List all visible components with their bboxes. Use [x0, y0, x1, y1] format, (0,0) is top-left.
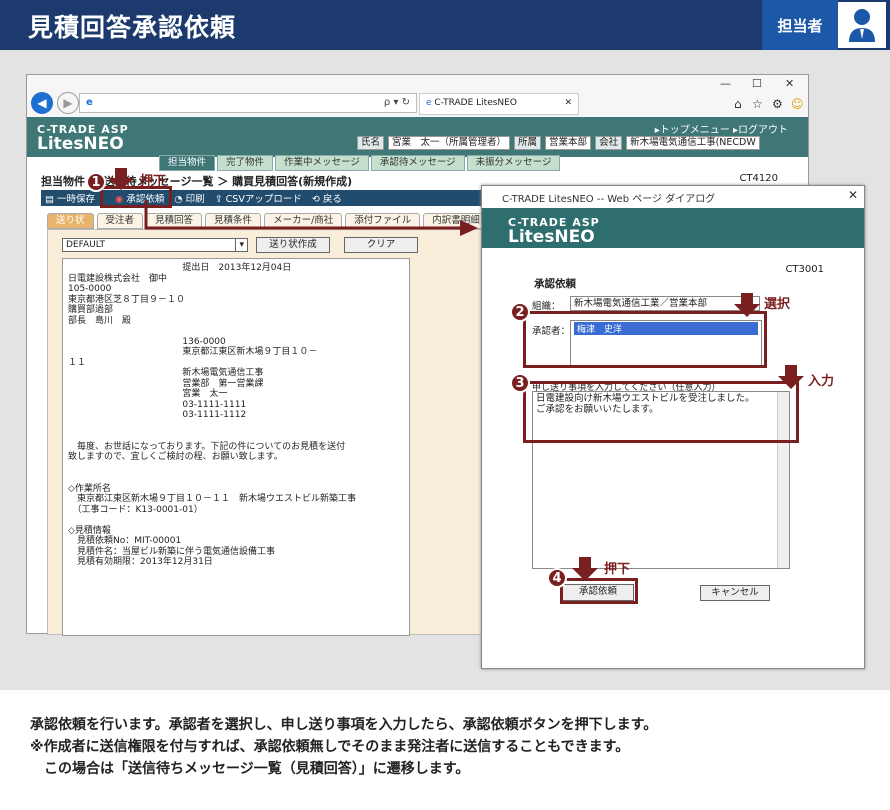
letter-line: 提出日 2013年12月04日	[68, 263, 292, 273]
ie-tab-icon: e	[426, 98, 432, 108]
letter-line: 東京都江東区新木場９丁目１０－１１ 新木場ウエストビル新築工事	[68, 494, 357, 504]
letter-line: 購買部過部	[68, 305, 114, 315]
save-draft-button[interactable]: ▤ 一時保存	[45, 191, 95, 205]
letter-line: 新木場電気通信工事	[68, 368, 264, 378]
letter-line: 105-0000	[68, 284, 112, 294]
screen-id: CT4120	[739, 173, 778, 184]
favorites-star-icon[interactable]: ☆	[752, 97, 763, 111]
callout-number-2: 2	[510, 302, 530, 322]
letter-line	[68, 473, 404, 484]
cancel-button[interactable]: キャンセル	[700, 585, 770, 601]
letter-line: 部長 島川 殿	[68, 315, 132, 326]
callout-label-4: 押下	[604, 562, 631, 577]
letter-line: 見積有効期限：2013年12月31日	[68, 557, 213, 567]
page-title: 見積回答承認依頼	[28, 13, 237, 42]
arrow-down-icon	[734, 293, 760, 317]
arrow-down-icon	[778, 365, 804, 389]
callout-box-3	[523, 381, 799, 443]
settings-gear-icon[interactable]: ⚙	[772, 97, 783, 111]
ie-logo-icon: e	[86, 97, 93, 108]
tab-in-progress[interactable]: 作業中メッセージ	[275, 155, 369, 171]
close-button[interactable]: ✕	[785, 77, 794, 90]
letter-line	[68, 326, 404, 337]
letter-line: 営業部 第一営業課	[68, 378, 264, 389]
letter-line	[68, 515, 404, 526]
user-info-bar: 氏名 宮業 太一（所属管理者） 所属 営業本部 会社 新木場電気通信工事(NECDW	[357, 136, 760, 150]
top-menu-links[interactable]: ▸トップメニュー ▸ログアウト	[655, 121, 788, 136]
home-icon[interactable]: ⌂	[734, 97, 742, 111]
template-select[interactable]: DEFAULT ▾	[62, 238, 248, 252]
chevron-down-icon: ▾	[235, 239, 247, 251]
letter-line: 毎度、お世話になっております。下記の件についてのお見積を送付	[68, 441, 346, 452]
letter-line: 136-0000	[68, 336, 226, 347]
dialog-heading: 承認依頼	[534, 278, 576, 290]
dialog-title: C-TRADE LitesNEO -- Web ページ ダイアログ ✕	[482, 186, 864, 206]
letter-line: １１	[68, 357, 87, 368]
letter-line	[68, 421, 404, 432]
callout-number-1: 1	[86, 172, 106, 192]
callout-number-4: 4	[547, 568, 567, 588]
letter-line: 東京都江東区新木場９丁目１０－	[68, 347, 318, 357]
tab-assigned[interactable]: 担当物件	[159, 155, 216, 171]
tab-close-icon[interactable]: ✕	[564, 98, 572, 108]
page-header: 見積回答承認依頼 担当者	[0, 0, 890, 50]
back-arrow-icon[interactable]: ◀	[31, 92, 53, 114]
letter-line	[68, 463, 404, 474]
minimize-button[interactable]: —	[720, 77, 731, 90]
instructions: 承認依頼を行います。承認者を選択し、申し送り事項を入力したら、承認依頼ボタンを押…	[30, 717, 658, 777]
cover-letter-textarea[interactable]: 提出日 2013年12月04日 日電建設株式会社 御中 105-0000 東京都港区芝…	[62, 258, 410, 636]
main-nav-tabs: 担当物件 完了物件 作業中メッセージ 承認待メッセージ 未振分メッセージ	[159, 155, 561, 171]
tab-contractor[interactable]: 受注者	[96, 213, 144, 229]
org-field: 新木場電気通信工業／営業本部	[570, 296, 760, 311]
callout-number-3: 3	[510, 373, 530, 393]
connector-arrow-icon	[144, 200, 478, 236]
browser-tab[interactable]: e C-TRADE LitesNEO ✕	[419, 93, 579, 115]
tab-unassigned[interactable]: 未振分メッセージ	[466, 155, 561, 171]
dialog-logo: C-TRADE ASP LitesNEO	[508, 216, 600, 247]
dialog-screen-id: CT3001	[785, 264, 824, 275]
dialog-close-button[interactable]: ✕	[848, 188, 858, 202]
callout-label-3: 入力	[808, 374, 835, 389]
letter-line: 東京都港区芝８丁目９－１０	[68, 294, 186, 305]
app-logo: C-TRADE ASP LitesNEO	[37, 123, 129, 154]
letter-line: （工事コード：K13-0001-01）	[68, 504, 203, 515]
address-bar[interactable]: e ρ ▾ ↻	[79, 93, 417, 113]
role-badge: 担当者	[762, 0, 838, 50]
browser-tab-label: C-TRADE LitesNEO	[434, 98, 517, 108]
cover-letter-form: DEFAULT ▾ 送り状作成 クリア 提出日 2013年12月04日 日電建設株…	[47, 229, 487, 636]
smiley-icon[interactable]: ☺	[791, 97, 804, 111]
arrow-down-icon	[108, 168, 134, 190]
tab-cover-letter[interactable]: 送り状	[47, 213, 94, 229]
maximize-button[interactable]: ☐	[752, 77, 762, 90]
letter-line: 日電建設株式会社 御中	[68, 273, 168, 284]
tab-completed[interactable]: 完了物件	[217, 155, 274, 171]
arrow-down-icon	[572, 557, 598, 581]
letter-line	[68, 431, 404, 442]
callout-box-4	[560, 578, 638, 604]
callout-box-2	[523, 311, 767, 368]
callout-label-1: 押下	[140, 174, 167, 189]
letter-line: 03-1111-1112	[68, 410, 247, 420]
app-banner: C-TRADE ASP LitesNEO ▸トップメニュー ▸ログアウト 氏名宮…	[27, 117, 808, 157]
address-controls[interactable]: ρ ▾ ↻	[384, 97, 410, 108]
tab-pending-approval[interactable]: 承認待メッセージ	[370, 155, 465, 171]
letter-line: 03-1111-1111	[68, 399, 247, 410]
dialog-banner: C-TRADE ASP LitesNEO	[482, 208, 864, 248]
letter-line: 見積依頼No：MIT-00001	[68, 536, 182, 546]
letter-line: 致しますので、宜しくご検討の程、お願い致します。	[68, 452, 283, 462]
letter-line: 宮業 太一	[68, 389, 228, 399]
browser-toolbar: — ☐ ✕ ◀ ▶ e ρ ▾ ↻ e C-TRADE LitesNEO ✕ ⌂…	[27, 75, 808, 117]
letter-line: 見積件名：当屋ビル新築に伴う電気通信設備工事	[68, 546, 276, 557]
letter-line: ◇見積情報	[68, 525, 111, 536]
org-label: 組織：	[532, 301, 561, 312]
user-avatar-icon	[838, 2, 886, 48]
callout-label-2: 選択	[764, 297, 791, 312]
letter-line: ◇作業所名	[68, 483, 111, 494]
forward-arrow-icon[interactable]: ▶	[57, 92, 79, 114]
